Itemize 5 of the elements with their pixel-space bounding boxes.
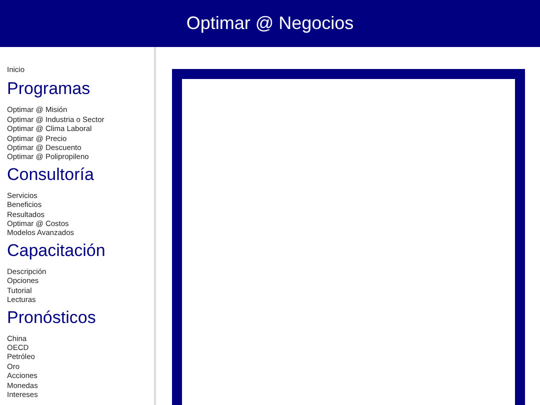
section-heading: Capacitación — [7, 240, 106, 261]
section-heading: Consultoría — [7, 164, 95, 185]
site-title: Optimar @ Negocios — [186, 12, 354, 35]
section-heading: Programas — [7, 79, 92, 100]
section-heading: Pronósticos — [7, 308, 97, 328]
